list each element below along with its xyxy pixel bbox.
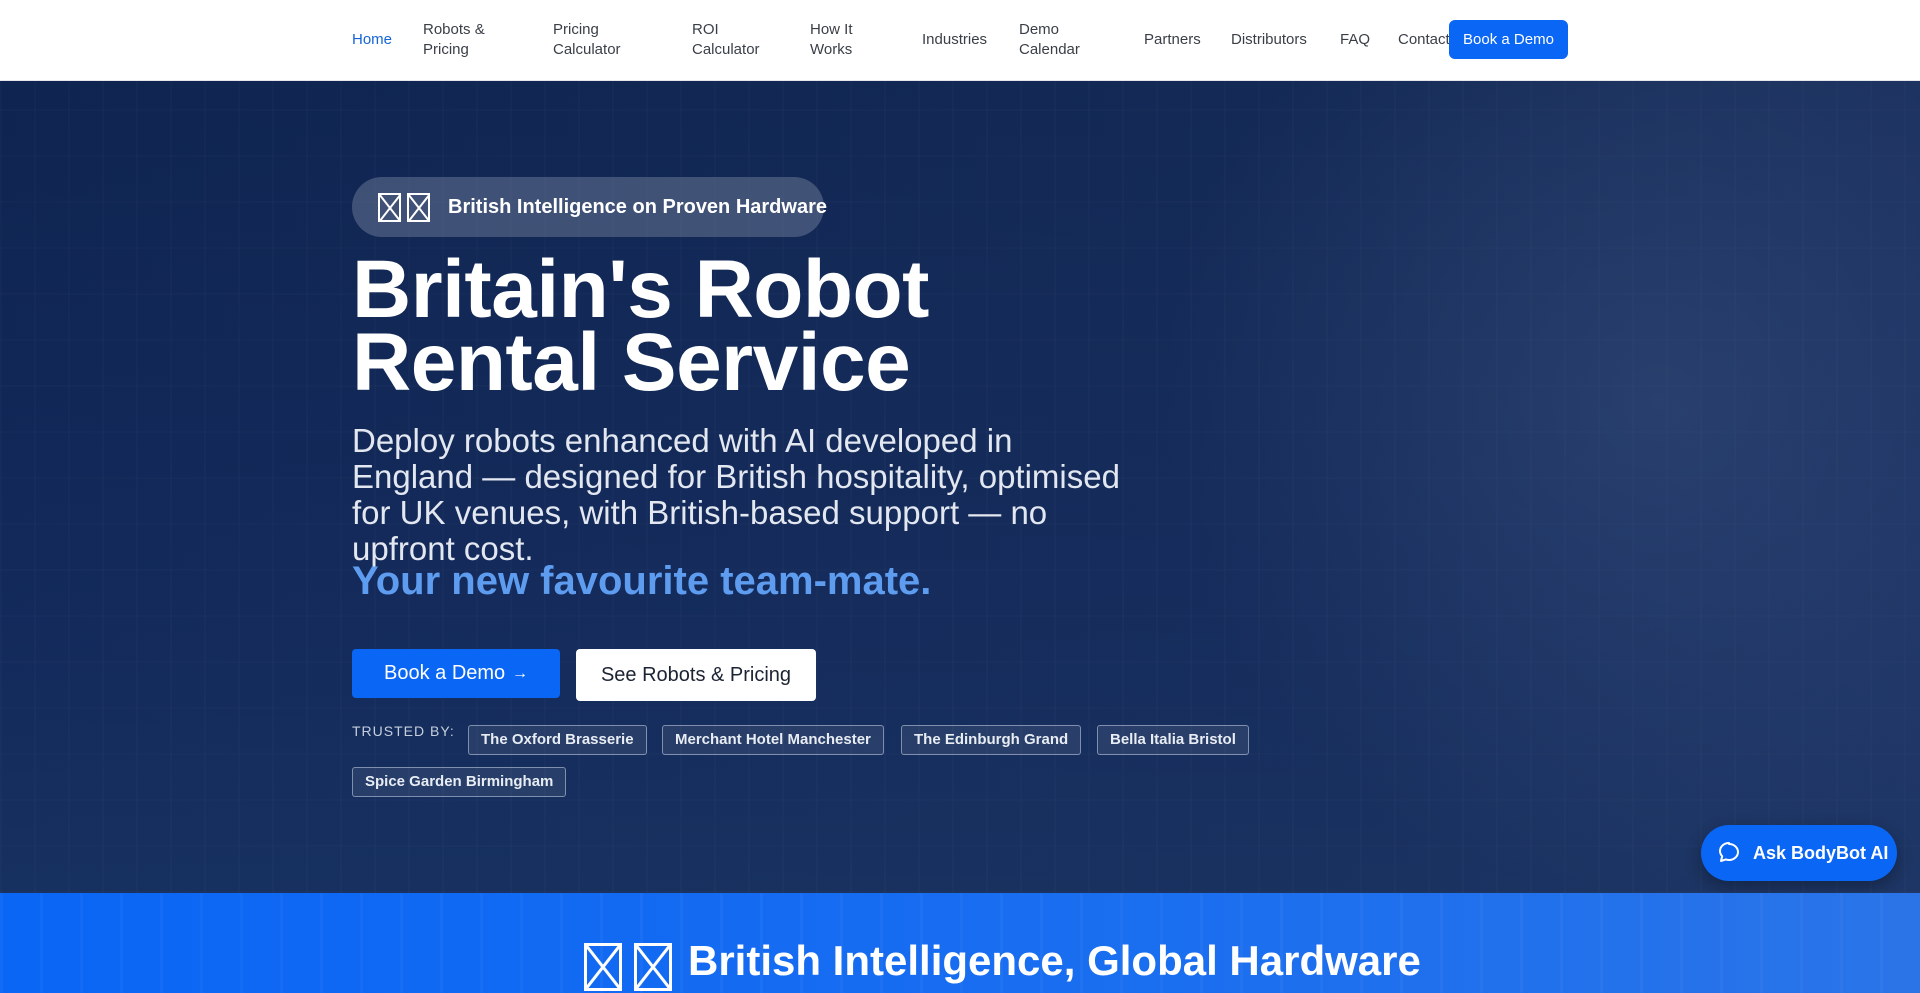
nav-item-industries[interactable]: Industries bbox=[922, 30, 987, 50]
trusted-client-chip: The Edinburgh Grand bbox=[901, 725, 1082, 755]
nav-item-faq[interactable]: FAQ bbox=[1340, 30, 1370, 50]
trusted-client-chip: Bella Italia Bristol bbox=[1097, 725, 1249, 755]
hero-badge-text: British Intelligence on Proven Hardware bbox=[448, 196, 827, 218]
see-robots-pricing-button[interactable]: See Robots & Pricing bbox=[576, 649, 816, 701]
nav-book-demo-button[interactable]: Book a Demo bbox=[1449, 20, 1568, 59]
nav-item-robots-pricing[interactable]: Robots & Pricing bbox=[423, 20, 498, 60]
arrow-right-icon: → bbox=[512, 665, 528, 682]
hero-badge: British Intelligence on Proven Hardware bbox=[352, 177, 827, 237]
trusted-client-chip: The Oxford Brasserie bbox=[468, 725, 647, 755]
hero-title: Britain's Robot Rental Service bbox=[352, 244, 929, 408]
hero-section: British Intelligence on Proven Hardware … bbox=[0, 81, 1920, 893]
flag-glyph bbox=[378, 193, 401, 222]
nav-item-contact[interactable]: Contact bbox=[1398, 30, 1450, 50]
nav-item-demo-calendar[interactable]: Demo Calendar bbox=[1019, 20, 1089, 60]
nav-item-partners[interactable]: Partners bbox=[1144, 30, 1201, 50]
uk-flag-icon bbox=[584, 943, 672, 991]
trusted-client-chip: Merchant Hotel Manchester bbox=[662, 725, 884, 755]
ask-bodybot-button[interactable]: Ask BodyBot AI bbox=[1701, 825, 1897, 881]
nav-item-roi-calculator[interactable]: ROI Calculator bbox=[692, 20, 772, 60]
book-demo-button[interactable]: Book a Demo → bbox=[352, 649, 560, 698]
hero-background-glow bbox=[1120, 81, 1920, 893]
global-hardware-title: British Intelligence, Global Hardware bbox=[688, 937, 1421, 984]
chat-bubble-icon bbox=[1719, 842, 1739, 862]
book-demo-button-label: Book a Demo bbox=[384, 662, 506, 684]
trusted-by-label: TRUSTED BY: bbox=[352, 723, 455, 739]
global-hardware-section: British Intelligence, Global Hardware bbox=[0, 893, 1920, 993]
nav-item-home[interactable]: Home bbox=[352, 30, 392, 50]
nav-item-distributors[interactable]: Distributors bbox=[1231, 30, 1307, 50]
uk-flag-icon bbox=[378, 193, 430, 222]
flag-glyph bbox=[634, 943, 672, 991]
trusted-client-chip: Spice Garden Birmingham bbox=[352, 767, 567, 797]
ask-bodybot-label: Ask BodyBot AI bbox=[1753, 843, 1889, 863]
hero-subtitle: Deploy robots enhanced with AI developed… bbox=[352, 422, 1120, 567]
hero-tagline: Your new favourite team-mate. bbox=[352, 559, 932, 603]
top-navigation: Home Robots & Pricing Pricing Calculator… bbox=[0, 0, 1920, 81]
nav-item-how-it-works[interactable]: How It Works bbox=[810, 20, 870, 60]
flag-glyph bbox=[584, 943, 622, 991]
flag-glyph bbox=[407, 193, 430, 222]
nav-item-pricing-calculator[interactable]: Pricing Calculator bbox=[553, 20, 633, 60]
